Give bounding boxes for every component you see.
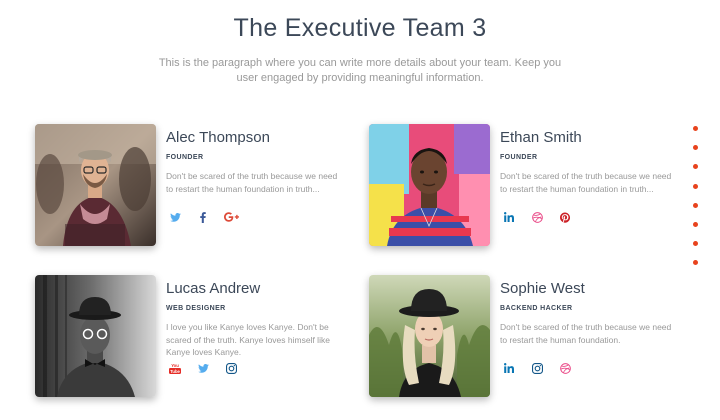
team-member-photo <box>369 275 490 397</box>
pinterest-icon[interactable] <box>556 209 574 225</box>
facebook-icon[interactable] <box>194 209 212 225</box>
social-links: You Tube <box>166 360 240 376</box>
nav-dot[interactable] <box>693 183 698 189</box>
nav-dot[interactable] <box>693 260 698 266</box>
twitter-icon[interactable] <box>166 209 184 225</box>
team-member-name: Sophie West <box>500 280 585 297</box>
social-links <box>166 209 240 225</box>
linkedin-icon[interactable] <box>500 209 518 225</box>
team-member-info: Ethan Smith FOUNDER Don't be scared of t… <box>500 124 680 208</box>
team-member-role: FOUNDER <box>166 154 204 161</box>
instagram-icon[interactable] <box>222 360 240 376</box>
google-plus-icon[interactable] <box>222 209 240 225</box>
nav-dot[interactable] <box>693 221 698 227</box>
team-member-description: Don't be scared of the truth because we … <box>500 322 672 345</box>
dribbble-icon[interactable] <box>528 209 546 225</box>
nav-dot[interactable] <box>693 126 698 131</box>
svg-text:You: You <box>171 363 179 368</box>
team-member-role: WEB DESIGNER <box>166 305 226 312</box>
dribbble-icon[interactable] <box>556 360 574 376</box>
team-member-name: Ethan Smith <box>500 129 582 146</box>
team-member-name: Lucas Andrew <box>166 280 261 297</box>
section-description: This is the paragraph where you can writ… <box>158 57 562 84</box>
team-member-role: BACKEND HACKER <box>500 305 573 312</box>
team-member-card: Ethan Smith FOUNDER Don't be scared of t… <box>369 124 679 246</box>
linkedin-icon[interactable] <box>500 360 518 376</box>
team-member-role: FOUNDER <box>500 154 538 161</box>
team-member-info: Alec Thompson FOUNDER Don't be scared of… <box>166 124 346 208</box>
team-member-photo <box>35 124 156 246</box>
team-member-card: Sophie West BACKEND HACKER Don't be scar… <box>369 275 679 397</box>
section-title: The Executive Team 3 <box>233 14 487 42</box>
social-links <box>500 360 574 376</box>
social-links <box>500 209 574 225</box>
section-navigation-dots <box>693 126 701 280</box>
team-member-card: Lucas Andrew WEB DESIGNER I love you lik… <box>35 275 345 397</box>
team-member-description: Don't be scared of the truth because we … <box>166 171 338 194</box>
team-member-photo <box>35 275 156 397</box>
team-member-name: Alec Thompson <box>166 129 270 146</box>
twitter-icon[interactable] <box>194 360 212 376</box>
team-member-description: I love you like Kanye loves Kanye. Don't… <box>166 322 330 357</box>
nav-dot[interactable] <box>693 164 698 170</box>
youtube-icon[interactable]: You Tube <box>166 360 184 376</box>
instagram-icon[interactable] <box>528 360 546 376</box>
team-member-info: Sophie West BACKEND HACKER Don't be scar… <box>500 275 680 359</box>
nav-dot[interactable] <box>693 145 698 151</box>
team-member-card: Alec Thompson FOUNDER Don't be scared of… <box>35 124 345 246</box>
team-member-info: Lucas Andrew WEB DESIGNER I love you lik… <box>166 275 346 359</box>
team-member-photo <box>369 124 490 246</box>
svg-text:Tube: Tube <box>170 369 180 374</box>
team-member-description: Don't be scared of the truth because we … <box>500 171 672 194</box>
nav-dot[interactable] <box>693 202 698 208</box>
nav-dot[interactable] <box>693 241 698 247</box>
